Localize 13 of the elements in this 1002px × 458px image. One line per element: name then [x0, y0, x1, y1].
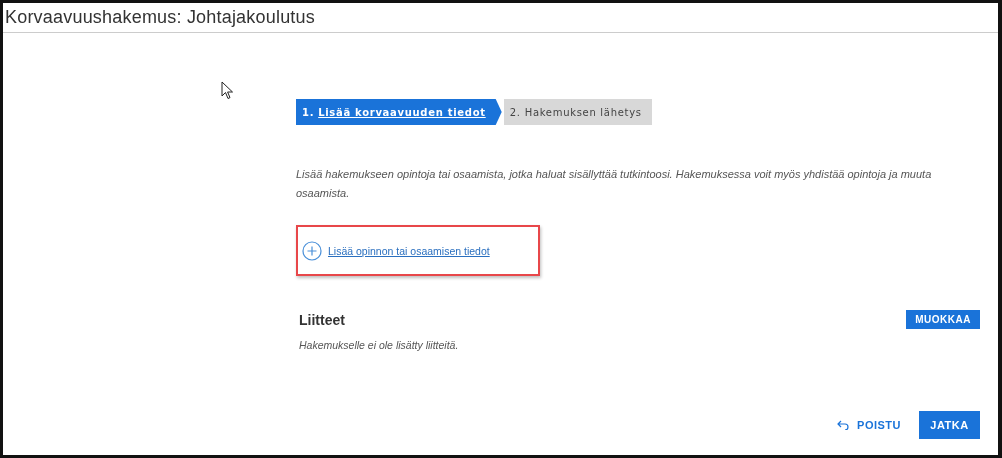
empty-text: Hakemukselle ei ole lisätty liitteitä.: [299, 339, 460, 351]
intro-text: Lisää hakemukseen opintoja tai osaamista, jotka haluat sisällyttää tutkintoosi. Hakemuksessa voit myös yhdistää opintoja ja muuta osaamista.: [296, 167, 933, 201]
edit-button[interactable]: MUOKKAA: [906, 310, 980, 329]
step-tab[interactable]: 2. Hakemuksen lähetys: [503, 99, 652, 125]
continue-button[interactable]: JATKA: [919, 411, 980, 439]
section-heading: Liitteet: [299, 311, 345, 328]
page-title: Korvaavuushakemus: Johtajakoulutus: [5, 7, 315, 28]
add-link[interactable]: Lisää opinnon tai osaamisen tiedot: [328, 244, 490, 257]
cancel-button[interactable]: POISTU: [837, 419, 901, 431]
return-arrow-icon: [837, 420, 850, 430]
cursor-icon: [221, 81, 234, 100]
step-tab[interactable]: 1. Lisää korvaavuuden tiedot: [296, 99, 502, 125]
plus-circle-icon[interactable]: [302, 240, 322, 261]
